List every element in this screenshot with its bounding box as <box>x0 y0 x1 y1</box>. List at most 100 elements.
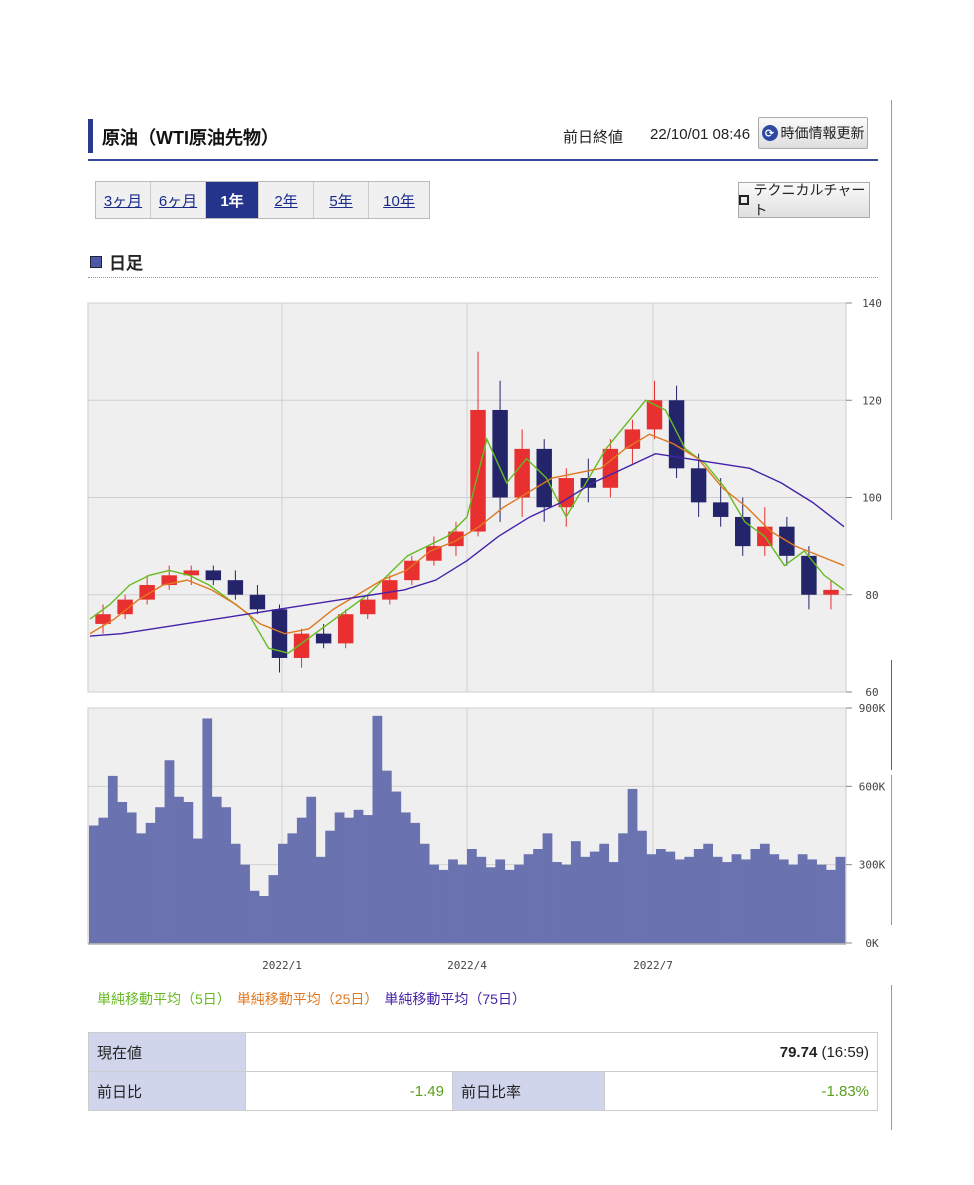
right-edge-rule <box>891 100 892 520</box>
volume-bar <box>344 817 354 943</box>
volume-bar <box>750 849 761 943</box>
volume-bar <box>448 859 458 943</box>
volume-bar <box>230 843 241 943</box>
volume-bar <box>693 849 704 943</box>
volume-bar <box>533 849 543 943</box>
legend-ma25: 単純移動平均（25日） <box>236 991 379 1007</box>
tab-10y[interactable]: 10年 <box>369 182 429 218</box>
candle-body <box>514 448 530 498</box>
candle-body <box>602 448 619 488</box>
candle-body <box>249 594 266 610</box>
candle-body <box>293 633 310 658</box>
candle-body <box>315 633 332 644</box>
candle-body <box>668 400 685 469</box>
price-axis-label: 120 <box>862 394 882 407</box>
volume-bar <box>485 867 496 943</box>
volume-bar <box>438 869 449 943</box>
section-square-icon <box>90 255 102 268</box>
volume-bar <box>183 802 194 943</box>
candle-body <box>779 526 795 556</box>
price-axis-label: 140 <box>862 297 882 310</box>
current-price-cell: 79.74 (16:59) <box>245 1032 878 1072</box>
volume-bar <box>589 851 600 943</box>
candle-body <box>492 409 508 498</box>
price-axis-label: 80 <box>865 589 878 602</box>
volume-bar <box>788 864 799 943</box>
technical-chart-button[interactable]: テクニカルチャート <box>738 182 870 218</box>
volume-axis-label: 600K <box>859 780 886 793</box>
candle-body <box>823 589 839 595</box>
candle-body <box>757 526 773 547</box>
volume-bar <box>192 838 203 943</box>
volume-bar <box>807 859 817 943</box>
volume-axis-label: 0K <box>865 937 879 950</box>
volume-bar <box>126 812 137 943</box>
volume-bar <box>656 849 666 943</box>
quote-table: 現在値 79.74 (16:59) 前日比 -1.49 前日比率 -1.83% <box>88 1032 878 1111</box>
volume-bar <box>467 849 477 943</box>
volume-bar <box>391 791 402 943</box>
current-price-time: (16:59) <box>821 1043 869 1061</box>
x-axis-label: 2022/7 <box>633 959 673 972</box>
page-header: 原油（WTI原油先物） 前日終値 22/10/01 08:46 ⟳ 時価情報更新 <box>88 115 878 161</box>
volume-bar <box>826 869 836 943</box>
right-edge-rule <box>891 660 892 770</box>
tab-5y[interactable]: 5年 <box>314 182 369 218</box>
volume-bar <box>646 854 657 943</box>
volume-bar <box>504 869 515 943</box>
volume-bar <box>334 812 345 943</box>
volume-bar <box>145 822 156 943</box>
period-tabs: 3ヶ月 6ヶ月 1年 2年 5年 10年 <box>95 181 430 219</box>
candle-body <box>183 570 199 576</box>
volume-bar <box>278 843 288 943</box>
volume-bar <box>552 862 562 943</box>
volume-bar <box>325 830 335 943</box>
volume-bar <box>315 856 326 943</box>
volume-bar <box>665 851 676 943</box>
tab-6m[interactable]: 6ヶ月 <box>151 182 206 218</box>
volume-bar <box>703 843 713 943</box>
volume-bar <box>89 825 99 943</box>
volume-bar <box>769 854 780 943</box>
section-title: 日足 <box>109 254 143 273</box>
candle-body <box>271 609 288 658</box>
window-icon <box>739 195 749 205</box>
change-rate-value: -1.83% <box>604 1071 878 1111</box>
volume-bar <box>155 807 165 943</box>
candle-body <box>712 502 729 517</box>
volume-bar <box>523 854 534 943</box>
volume-bar <box>372 715 383 943</box>
volume-bar <box>514 864 524 943</box>
tab-3m[interactable]: 3ヶ月 <box>96 182 151 218</box>
volume-bar <box>608 862 619 943</box>
refresh-button[interactable]: ⟳ 時価情報更新 <box>758 117 868 149</box>
volume-bar <box>306 796 317 943</box>
x-axis-label: 2022/1 <box>262 959 302 972</box>
x-axis-label: 2022/4 <box>447 959 487 972</box>
candle-body <box>139 585 155 600</box>
candle-body <box>801 555 817 595</box>
volume-bar <box>457 864 468 943</box>
chart-legend: 単純移動平均（5日） 単純移動平均（25日） 単純移動平均（75日） <box>97 989 526 1009</box>
volume-bar <box>117 802 128 943</box>
volume-bar <box>419 843 430 943</box>
volume-bar <box>164 760 175 943</box>
candle-body <box>646 400 663 430</box>
tab-1y[interactable]: 1年 <box>206 182 259 218</box>
volume-bar <box>495 859 506 943</box>
volume-bar <box>287 833 298 943</box>
volume-bar <box>353 809 364 943</box>
legend-ma75: 単純移動平均（75日） <box>384 991 526 1007</box>
volume-bar <box>759 843 770 943</box>
current-price-value: 79.74 <box>779 1043 818 1061</box>
volume-bar <box>296 817 307 943</box>
volume-bar <box>684 856 695 943</box>
candle-body <box>558 478 574 508</box>
tab-2y[interactable]: 2年 <box>259 182 314 218</box>
volume-bar <box>259 896 269 943</box>
volume-bar <box>107 775 118 943</box>
volume-bar <box>835 856 846 943</box>
candle-body <box>117 599 133 615</box>
candle-body <box>448 531 464 547</box>
candle-body <box>735 516 751 547</box>
